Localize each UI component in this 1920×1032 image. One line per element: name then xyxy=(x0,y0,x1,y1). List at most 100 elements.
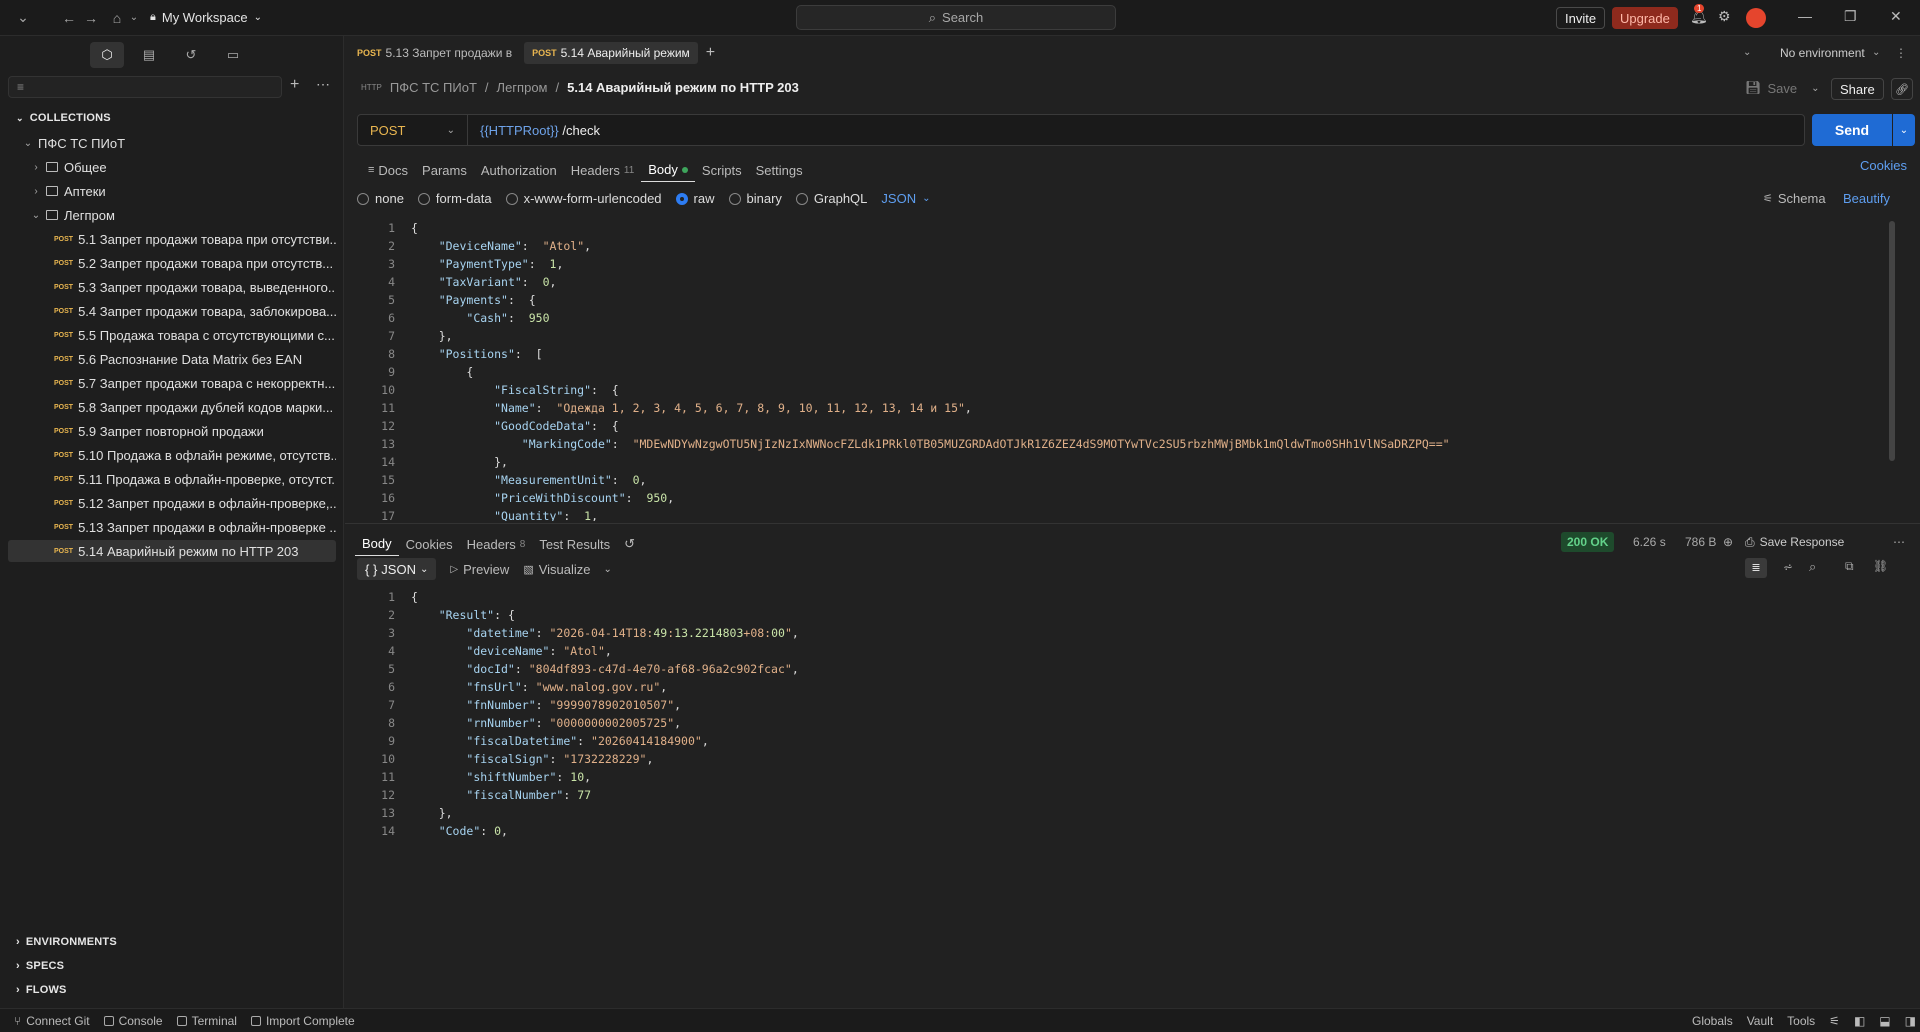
cookies-link[interactable]: Cookies xyxy=(1860,158,1907,173)
save-button[interactable]: 💾︎ Save ⌄ xyxy=(1745,80,1820,96)
resp-tab-headers[interactable]: Headers 8 xyxy=(460,532,533,556)
method-select[interactable]: POST ⌄ xyxy=(358,115,468,145)
radio-none[interactable]: none xyxy=(357,191,404,206)
environment-select[interactable]: No environment xyxy=(1780,46,1865,60)
response-format-select[interactable]: { } JSON ⌄ xyxy=(357,558,437,580)
link-icon[interactable]: ⛓︎ xyxy=(1873,559,1888,573)
import-status[interactable]: Import Complete xyxy=(250,1014,355,1028)
search-input[interactable]: ⌕ Search xyxy=(796,5,1116,30)
request-editor-scrollbar[interactable] xyxy=(1889,221,1895,461)
response-body-viewer[interactable]: 1{2 "Result": {3 "datetime": "2026-04-14… xyxy=(357,588,1905,838)
collections-header[interactable]: ⌄ COLLECTIONS xyxy=(16,112,111,124)
sidebar-request-item[interactable]: POST 5.13 Запрет продажи в офлайн-проверк… xyxy=(8,516,336,538)
tab-docs[interactable]: ≡ Docs xyxy=(361,158,415,182)
visualize-button[interactable]: ▧ Visualize ⌄ xyxy=(523,562,612,577)
layout-left-icon[interactable]: ◧ xyxy=(1854,1014,1865,1028)
sidebar-request-item[interactable]: POST 5.7 Запрет продажи товара с некоррек… xyxy=(8,372,336,394)
pane-divider[interactable] xyxy=(345,523,1920,524)
flows-header[interactable]: › FLOWS xyxy=(16,984,67,996)
settings-sliders-icon[interactable]: ⚟ xyxy=(1829,1014,1840,1028)
invite-button[interactable]: Invite xyxy=(1556,7,1606,29)
add-collection-icon[interactable]: + xyxy=(290,76,299,94)
close-icon[interactable]: ✕ xyxy=(1890,8,1902,25)
home-icon[interactable]: ⌂ xyxy=(106,7,128,29)
more-options-icon[interactable]: ⋯ xyxy=(316,76,330,93)
tab-params[interactable]: Params xyxy=(415,158,474,182)
radio-urlencoded[interactable]: x-www-form-urlencoded xyxy=(505,191,662,206)
breadcrumb-folder[interactable]: Легпром xyxy=(497,80,548,95)
back-arrow-icon[interactable]: ← xyxy=(58,7,80,29)
vault-button[interactable]: Vault xyxy=(1747,1014,1773,1028)
env-settings-icon[interactable]: ⋮ xyxy=(1895,46,1907,60)
resp-tab-test-results[interactable]: Test Results xyxy=(532,532,617,556)
response-size[interactable]: 786 B xyxy=(1685,535,1716,549)
workspace-switcher[interactable]: 🔒︎ My Workspace ⌄ xyxy=(150,10,262,25)
send-button[interactable]: Send xyxy=(1812,114,1892,146)
more-options-icon[interactable]: ⋯ xyxy=(1893,535,1905,549)
sidebar-request-item[interactable]: POST 5.8 Запрет продажи дублей кодов марк… xyxy=(8,396,336,418)
sidebar-request-item[interactable]: POST 5.9 Запрет повторной продажи xyxy=(8,420,336,442)
sidebar-request-item[interactable]: POST 5.14 Аварийный режим по HTTP 203 xyxy=(8,540,336,562)
terminal-button[interactable]: Terminal xyxy=(176,1014,237,1028)
radio-form-data[interactable]: form-data xyxy=(417,191,492,206)
folder-item[interactable]: ⌄ Легпром xyxy=(30,204,358,226)
status-badge[interactable]: 200 OK xyxy=(1561,532,1615,552)
sidebar-request-item[interactable]: POST 5.6 Распознание Data Matrix без EAN xyxy=(8,348,336,370)
layout-right-icon[interactable]: ◨ xyxy=(1905,1014,1916,1028)
sidebar-request-item[interactable]: POST 5.10 Продажа в офлайн режиме, отсутс… xyxy=(8,444,336,466)
filter-icon[interactable]: ⩫ xyxy=(1783,560,1793,574)
body-format-select[interactable]: JSON ⌄ xyxy=(881,191,930,206)
collection-root[interactable]: ⌄ ПФС ТС ПИоТ xyxy=(22,132,350,154)
environments-tab-icon[interactable]: ▤ xyxy=(132,42,166,68)
wrap-lines-icon[interactable]: ≣ xyxy=(1745,558,1767,578)
tabs-dropdown-icon[interactable]: ⌄ xyxy=(1743,47,1751,58)
tab-authorization[interactable]: Authorization xyxy=(474,158,564,182)
resp-tab-body[interactable]: Body xyxy=(355,532,399,556)
tab-settings[interactable]: Settings xyxy=(749,158,810,182)
layout-bottom-icon[interactable]: ⬓ xyxy=(1879,1014,1890,1028)
sidebar-request-item[interactable]: POST 5.3 Запрет продажи товара, выведенно… xyxy=(8,276,336,298)
sidebar-request-item[interactable]: POST 5.12 Запрет продажи в офлайн-проверк… xyxy=(8,492,336,514)
preview-button[interactable]: ▷ Preview xyxy=(450,562,509,577)
tab-scripts[interactable]: Scripts xyxy=(695,158,749,182)
tab-body[interactable]: Body xyxy=(641,158,695,182)
globals-button[interactable]: Globals xyxy=(1692,1014,1733,1028)
request-body-editor[interactable]: 1{2 "DeviceName": "Atol", 3 "PaymentType"… xyxy=(357,219,1905,521)
new-tab-icon[interactable]: + xyxy=(706,44,715,62)
restore-icon[interactable]: ❐ xyxy=(1844,8,1857,25)
send-dropdown-icon[interactable]: ⌄ xyxy=(1893,114,1915,146)
copy-icon[interactable]: ⧉ xyxy=(1845,559,1854,574)
sidebar-request-item[interactable]: POST 5.1 Запрет продажи товара при отсутс… xyxy=(8,228,336,250)
link-icon[interactable]: 🔗︎ xyxy=(1891,78,1913,100)
globe-icon[interactable]: ⊕ xyxy=(1723,535,1733,549)
collections-tab-icon[interactable]: ⬡ xyxy=(90,42,124,68)
schema-button[interactable]: ⚟ Schema xyxy=(1763,191,1826,206)
environments-header[interactable]: › ENVIRONMENTS xyxy=(16,936,117,948)
radio-binary[interactable]: binary xyxy=(728,191,782,206)
url-input[interactable]: {{HTTPRoot}} /check xyxy=(468,123,600,138)
beautify-button[interactable]: Beautify xyxy=(1843,191,1890,206)
minimize-icon[interactable]: — xyxy=(1798,8,1812,24)
upgrade-button[interactable]: Upgrade xyxy=(1612,7,1678,29)
folder-item[interactable]: › Общее xyxy=(30,156,358,178)
history-icon[interactable]: ↺ xyxy=(617,532,642,556)
resp-tab-cookies[interactable]: Cookies xyxy=(399,532,460,556)
filter-input[interactable]: ≡ xyxy=(8,76,282,98)
tab-headers[interactable]: Headers 11 xyxy=(564,158,642,182)
history-tab-icon[interactable]: ↺ xyxy=(174,42,208,68)
menu-chevron-icon[interactable]: ⌄ xyxy=(12,7,34,29)
sidebar-request-item[interactable]: POST 5.5 Продажа товара с отсутствующими … xyxy=(8,324,336,346)
share-button[interactable]: Share xyxy=(1831,78,1884,100)
sidebar-request-item[interactable]: POST 5.2 Запрет продажи товара при отсутс… xyxy=(8,252,336,274)
sidebar-request-item[interactable]: POST 5.4 Запрет продажи товара, заблокиро… xyxy=(8,300,336,322)
search-icon[interactable]: ⌕ xyxy=(1809,559,1816,575)
files-tab-icon[interactable]: ▭ xyxy=(216,42,250,68)
sidebar-request-item[interactable]: POST 5.11 Продажа в офлайн-проверке, отсу… xyxy=(8,468,336,490)
request-tab-active[interactable]: POST 5.14 Аварийный режим xyxy=(524,41,698,64)
response-time[interactable]: 6.26 s xyxy=(1633,535,1666,549)
home-chevron-icon[interactable]: ⌄ xyxy=(128,7,140,29)
save-response-button[interactable]: ⎙ Save Response xyxy=(1745,535,1844,550)
tools-button[interactable]: Tools xyxy=(1787,1014,1815,1028)
radio-graphql[interactable]: GraphQL xyxy=(795,191,867,206)
folder-item[interactable]: › Аптеки xyxy=(30,180,358,202)
